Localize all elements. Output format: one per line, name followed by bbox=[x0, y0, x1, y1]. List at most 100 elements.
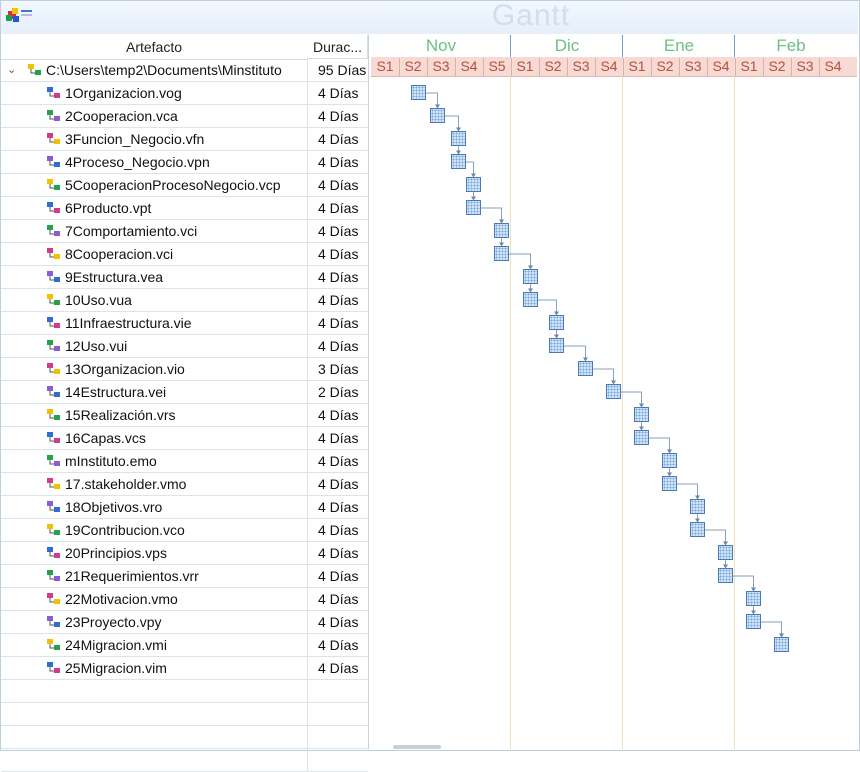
artifact-name: 21Requerimientos.vrr bbox=[65, 568, 199, 584]
cooperation-icon bbox=[47, 110, 60, 121]
task-bar[interactable] bbox=[718, 544, 733, 560]
dependency-connector bbox=[761, 621, 782, 638]
duration-value: 4 Días bbox=[307, 197, 367, 219]
requirements-icon bbox=[47, 570, 60, 581]
tree-row[interactable]: 6Producto.vpt 4 Días bbox=[1, 197, 368, 220]
task-bar[interactable] bbox=[451, 130, 466, 146]
tree-row[interactable]: 7Comportamiento.vci 4 Días bbox=[1, 220, 368, 243]
task-bar[interactable] bbox=[606, 383, 621, 399]
infra-structure-icon bbox=[47, 386, 60, 397]
task-bar[interactable] bbox=[718, 567, 733, 583]
empty-row bbox=[1, 749, 368, 772]
task-bar[interactable] bbox=[494, 222, 509, 238]
artifact-name: 23Proyecto.vpy bbox=[65, 614, 162, 630]
tree-row[interactable]: 24Migracion.vmi 4 Días bbox=[1, 634, 368, 657]
column-header-duracion[interactable]: Durac... bbox=[307, 35, 368, 59]
task-bar[interactable] bbox=[662, 452, 677, 468]
product-icon bbox=[47, 202, 60, 213]
empty-row bbox=[1, 726, 368, 749]
duration-value: 4 Días bbox=[307, 473, 367, 495]
artifact-name: 6Producto.vpt bbox=[65, 200, 152, 216]
implementation-org-icon bbox=[47, 363, 60, 374]
duration-value: 4 Días bbox=[307, 519, 367, 541]
artifact-name: 13Organizacion.vio bbox=[65, 361, 185, 377]
tree-row[interactable]: 12Uso.vui 4 Días bbox=[1, 335, 368, 358]
task-bar[interactable] bbox=[746, 590, 761, 606]
task-bar[interactable] bbox=[523, 291, 538, 307]
migration-impl-icon bbox=[47, 662, 60, 673]
task-bar[interactable] bbox=[746, 613, 761, 629]
task-bar[interactable] bbox=[466, 176, 481, 192]
tree-root-row[interactable]: ⌄ C:\Users\temp2\Documents\Minstituto 95 D… bbox=[1, 59, 368, 82]
tree-row[interactable]: 17.stakeholder.vmo 4 Días bbox=[1, 473, 368, 496]
task-bar[interactable] bbox=[523, 268, 538, 284]
task-bar[interactable] bbox=[494, 245, 509, 261]
function-icon bbox=[47, 133, 60, 144]
tree-row[interactable]: 22Motivacion.vmo 4 Días bbox=[1, 588, 368, 611]
duration-value: 4 Días bbox=[307, 266, 367, 288]
organization-icon bbox=[47, 87, 60, 98]
tree-row[interactable]: 5CooperacionProcesoNegocio.vcp 4 Días bbox=[1, 174, 368, 197]
tree-row[interactable]: 13Organizacion.vio 3 Días bbox=[1, 358, 368, 381]
horizontal-scrollbar[interactable] bbox=[393, 745, 441, 749]
tree-row[interactable]: 14Estructura.vei 2 Días bbox=[1, 381, 368, 404]
infra-usage-icon bbox=[47, 340, 60, 351]
dependency-connector bbox=[733, 575, 754, 592]
tree-row[interactable]: mInstituto.emo 4 Días bbox=[1, 450, 368, 473]
duration-value: 4 Días bbox=[307, 404, 367, 426]
artifact-name: 10Uso.vua bbox=[65, 292, 132, 308]
task-bar[interactable] bbox=[451, 153, 466, 169]
tree-row[interactable]: 15Realización.vrs 4 Días bbox=[1, 404, 368, 427]
task-bar[interactable] bbox=[411, 84, 426, 100]
duration-value: 4 Días bbox=[307, 312, 367, 334]
task-bar[interactable] bbox=[578, 360, 593, 376]
task-bar[interactable] bbox=[690, 498, 705, 514]
dependency-connector bbox=[564, 345, 586, 362]
layers-icon bbox=[47, 432, 60, 443]
duration-value: 4 Días bbox=[307, 588, 367, 610]
artifact-name: 5CooperacionProcesoNegocio.vcp bbox=[65, 177, 281, 193]
duration-value: 4 Días bbox=[307, 634, 367, 656]
cooperation-app-icon bbox=[47, 248, 60, 259]
duration-value: 4 Días bbox=[307, 496, 367, 518]
task-bar[interactable] bbox=[634, 406, 649, 422]
gantt-title: Gantt bbox=[491, 0, 571, 32]
tree-row[interactable]: 20Principios.vps 4 Días bbox=[1, 542, 368, 565]
chevron-down-icon[interactable]: ⌄ bbox=[7, 64, 19, 76]
tree-row[interactable]: 9Estructura.vea 4 Días bbox=[1, 266, 368, 289]
tree-row[interactable]: 8Cooperacion.vci 4 Días bbox=[1, 243, 368, 266]
tree-row[interactable]: 16Capas.vcs 4 Días bbox=[1, 427, 368, 450]
dependency-connector bbox=[426, 92, 438, 109]
tree-row[interactable]: 19Contribucion.vco 4 Días bbox=[1, 519, 368, 542]
artifact-name: 20Principios.vps bbox=[65, 545, 167, 561]
artifact-name: 11Infraestructura.vie bbox=[65, 315, 192, 331]
task-bar[interactable] bbox=[662, 475, 677, 491]
tree-row[interactable]: 2Cooperacion.vca 4 Días bbox=[1, 105, 368, 128]
artifact-name: 3Funcion_Negocio.vfn bbox=[65, 131, 205, 147]
column-header-artefacto[interactable]: Artefacto bbox=[1, 35, 308, 60]
tree-row[interactable]: 23Proyecto.vpy 4 Días bbox=[1, 611, 368, 634]
task-bar[interactable] bbox=[430, 107, 445, 123]
artifact-name: 12Uso.vui bbox=[65, 338, 128, 354]
task-bar[interactable] bbox=[634, 429, 649, 445]
tree-row[interactable]: 25Migracion.vim 4 Días bbox=[1, 657, 368, 680]
artifact-name: 4Proceso_Negocio.vpn bbox=[65, 154, 210, 170]
dependency-connector bbox=[649, 437, 670, 454]
task-bar[interactable] bbox=[466, 199, 481, 215]
duration-value: 4 Días bbox=[307, 611, 367, 633]
usage-icon bbox=[47, 294, 60, 305]
task-bar[interactable] bbox=[549, 314, 564, 330]
tree-row[interactable]: 4Proceso_Negocio.vpn 4 Días bbox=[1, 151, 368, 174]
task-bar[interactable] bbox=[774, 636, 789, 652]
tree-row[interactable]: 21Requerimientos.vrr 4 Días bbox=[1, 565, 368, 588]
empty-duration-cell bbox=[307, 726, 367, 748]
tree-row[interactable]: 1Organizacion.vog 4 Días bbox=[1, 82, 368, 105]
task-bar[interactable] bbox=[690, 521, 705, 537]
task-bar[interactable] bbox=[549, 337, 564, 353]
tree-row[interactable]: 18Objetivos.vro 4 Días bbox=[1, 496, 368, 519]
tree-row[interactable]: 11Infraestructura.vie 4 Días bbox=[1, 312, 368, 335]
tree-row[interactable]: 3Funcion_Negocio.vfn 4 Días bbox=[1, 128, 368, 151]
artifact-name: 25Migracion.vim bbox=[65, 660, 167, 676]
tree-row[interactable]: 10Uso.vua 4 Días bbox=[1, 289, 368, 312]
dependency-connector bbox=[538, 299, 557, 316]
